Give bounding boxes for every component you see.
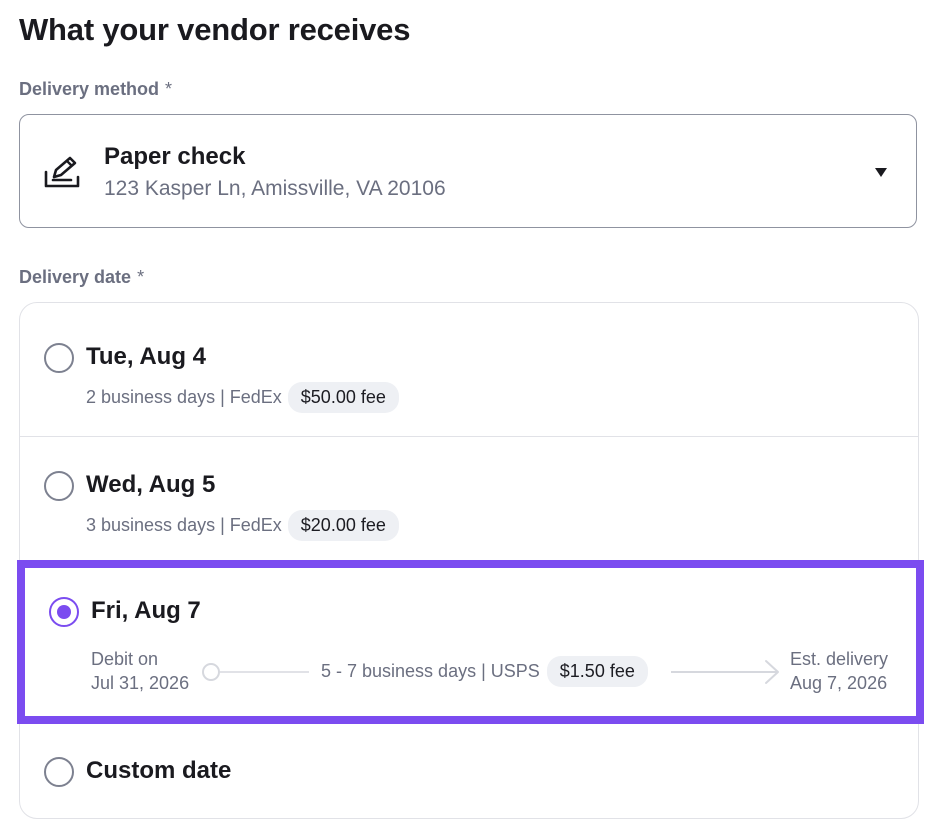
check-pen-icon bbox=[44, 156, 80, 188]
delivery-option-tue-aug-4[interactable]: Tue, Aug 4 2 business days | FedEx $50.0… bbox=[20, 303, 918, 436]
radio-button[interactable] bbox=[44, 471, 74, 501]
option-date: Custom date bbox=[86, 757, 232, 784]
option-date: Wed, Aug 5 bbox=[86, 471, 216, 498]
radio-button[interactable] bbox=[44, 757, 74, 787]
delivery-option-wed-aug-5[interactable]: Wed, Aug 5 3 business days | FedEx $20.0… bbox=[20, 437, 918, 561]
option-detail: 5 - 7 business days | USPS bbox=[321, 661, 540, 681]
option-meta: 2 business days | FedEx $50.00 fee bbox=[86, 382, 399, 413]
option-meta: 3 business days | FedEx $20.00 fee bbox=[86, 510, 399, 541]
est-delivery-date: Aug 7, 2026 bbox=[790, 673, 888, 693]
fee-badge: $1.50 fee bbox=[546, 656, 648, 687]
est-delivery-label: Est. delivery bbox=[790, 649, 889, 669]
debit-label: Debit on bbox=[91, 649, 159, 669]
radio-button[interactable] bbox=[44, 343, 74, 373]
option-detail: 3 business days | FedEx bbox=[86, 515, 282, 535]
delivery-timeline: Debit on Jul 31, 2026 5 - 7 business day… bbox=[25, 568, 916, 716]
fee-badge: $50.00 fee bbox=[287, 382, 399, 413]
delivery-option-custom-date[interactable]: Custom date bbox=[20, 725, 918, 819]
delivery-method-select[interactable]: Paper check 123 Kasper Ln, Amissville, V… bbox=[19, 114, 917, 228]
delivery-date-label-text: Delivery date bbox=[19, 267, 132, 287]
required-marker: * bbox=[165, 79, 173, 99]
delivery-method-title: Paper check bbox=[104, 143, 246, 170]
caret-down-icon bbox=[875, 168, 887, 177]
timeline-detail: 5 - 7 business days | USPS $1.50 fee bbox=[321, 656, 648, 687]
page-title: What your vendor receives bbox=[19, 12, 411, 47]
timeline-start-dot-icon bbox=[202, 663, 220, 681]
delivery-date-label: Delivery date * bbox=[19, 267, 144, 288]
fee-badge: $20.00 fee bbox=[287, 510, 399, 541]
vendor-delivery-page: What your vendor receives Delivery metho… bbox=[0, 0, 940, 836]
delivery-method-label: Delivery method * bbox=[19, 79, 172, 100]
required-marker: * bbox=[137, 267, 145, 287]
option-date: Tue, Aug 4 bbox=[86, 343, 206, 370]
delivery-method-address: 123 Kasper Ln, Amissville, VA 20106 bbox=[104, 177, 446, 200]
option-detail: 2 business days | FedEx bbox=[86, 387, 282, 407]
delivery-method-label-text: Delivery method bbox=[19, 79, 160, 99]
timeline-line bbox=[220, 671, 309, 673]
arrow-right-icon bbox=[671, 660, 779, 684]
delivery-option-fri-aug-7[interactable]: Fri, Aug 7 Debit on Jul 31, 2026 5 - 7 b… bbox=[17, 560, 924, 724]
debit-date: Jul 31, 2026 bbox=[91, 673, 190, 693]
